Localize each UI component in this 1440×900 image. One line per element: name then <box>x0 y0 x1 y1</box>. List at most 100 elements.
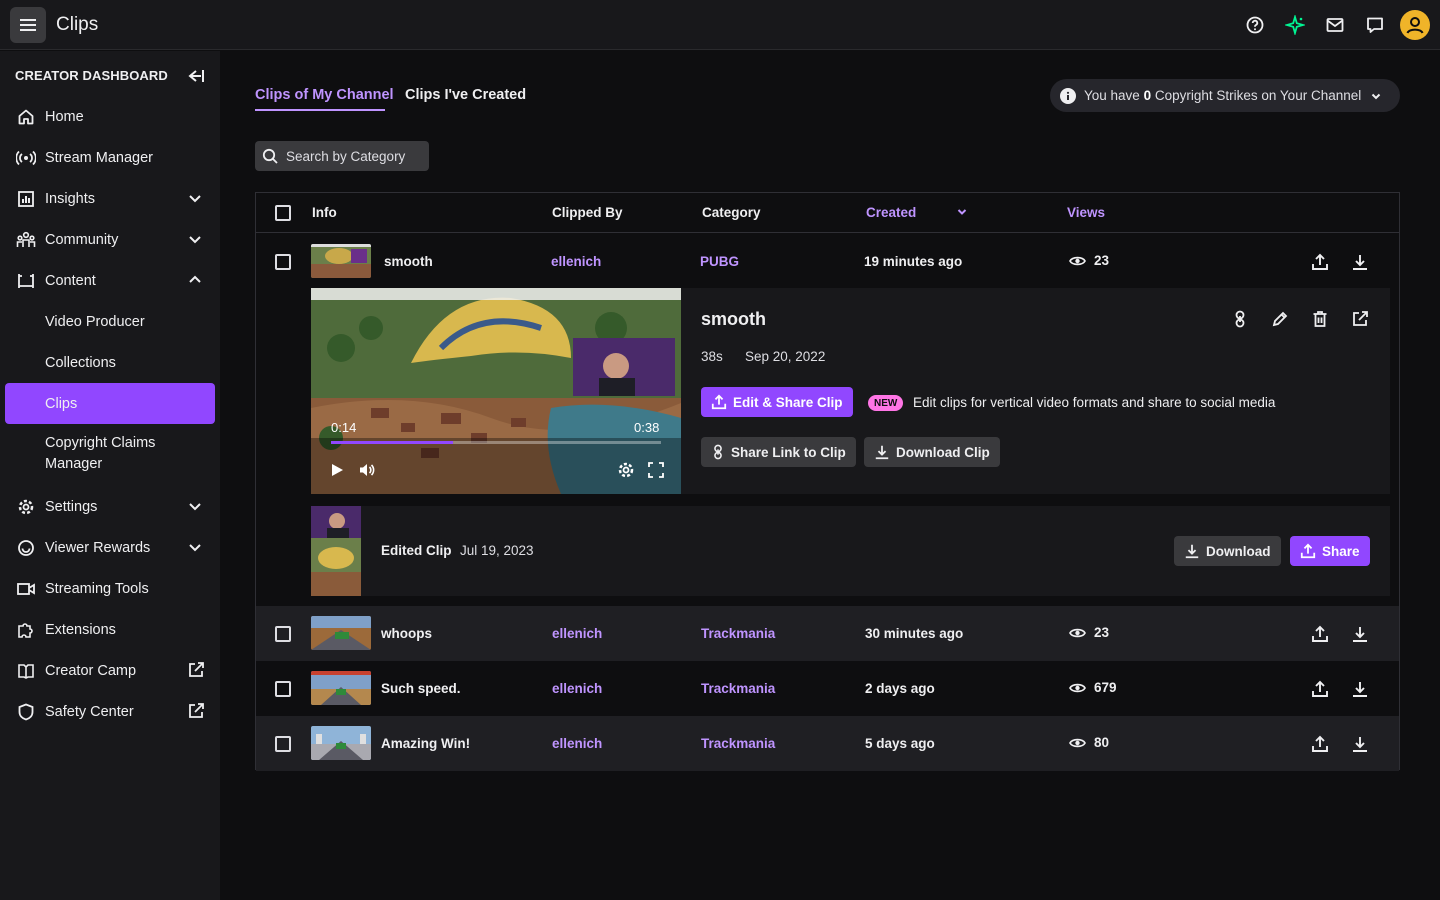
sidebar-item-safety-center[interactable]: Safety Center <box>5 691 215 732</box>
link-icon <box>1235 310 1245 328</box>
total-time: 0:38 <box>634 420 660 435</box>
collapse-sidebar-button[interactable] <box>185 66 207 86</box>
video-player[interactable]: 0:14 0:38 <box>311 288 681 494</box>
sidebar-item-video-producer[interactable]: Video Producer <box>5 301 215 342</box>
share-button[interactable] <box>1309 733 1331 755</box>
table-row[interactable]: whoops ellenich Trackmania 30 minutes ag… <box>256 606 1399 661</box>
share-button[interactable] <box>1309 623 1331 645</box>
clip-title[interactable]: whoops <box>381 626 432 641</box>
sidebar-item-community[interactable]: Community <box>5 219 215 260</box>
sidebar-item-label: Settings <box>45 498 98 515</box>
share-button[interactable] <box>1309 251 1331 273</box>
edited-share-button[interactable]: Share <box>1290 536 1370 566</box>
share-link-button[interactable]: Share Link to Clip <box>701 437 856 467</box>
clipped-by-link[interactable]: ellenich <box>552 626 602 641</box>
tab-clips-of-my-channel[interactable]: Clips of My Channel <box>255 87 394 103</box>
download-clip-button[interactable]: Download Clip <box>864 437 1000 467</box>
sidebar-item-streaming-tools[interactable]: Streaming Tools <box>5 568 215 609</box>
share-button[interactable] <box>1309 678 1331 700</box>
user-avatar[interactable] <box>1400 10 1430 40</box>
tab-clips-ive-created[interactable]: Clips I've Created <box>405 87 526 103</box>
chevron-down-icon <box>189 236 201 244</box>
download-icon <box>1353 682 1367 697</box>
table-row[interactable]: Amazing Win! ellenich Trackmania 5 days … <box>256 716 1399 771</box>
copyright-strikes-dropdown[interactable]: You have 0 Copyright Strikes on Your Cha… <box>1050 79 1400 112</box>
table-row[interactable]: Such speed. ellenich Trackmania 2 days a… <box>256 661 1399 716</box>
clipped-by-link[interactable]: ellenich <box>552 736 602 751</box>
clipped-by-link[interactable]: ellenich <box>552 681 602 696</box>
clip-title[interactable]: Such speed. <box>381 681 461 696</box>
column-views[interactable]: Views <box>1067 205 1105 220</box>
volume-icon <box>360 464 375 476</box>
sidebar-item-creator-camp[interactable]: Creator Camp <box>5 650 215 691</box>
clip-thumbnail[interactable] <box>311 616 371 650</box>
clip-thumbnail[interactable] <box>311 244 371 278</box>
download-button[interactable] <box>1349 623 1371 645</box>
sidebar-item-insights[interactable]: Insights <box>5 178 215 219</box>
view-count: 80 <box>1069 735 1109 750</box>
sidebar-item-collections[interactable]: Collections <box>5 342 215 383</box>
volume-button[interactable] <box>357 460 377 480</box>
sidebar-item-viewer-rewards[interactable]: Viewer Rewards <box>5 527 215 568</box>
edited-download-button[interactable]: Download <box>1174 536 1281 566</box>
chart-icon <box>18 191 34 207</box>
sidebar-item-label: Video Producer <box>45 313 145 330</box>
play-button[interactable] <box>327 460 347 480</box>
inbox-icon <box>1326 18 1344 32</box>
fullscreen-button[interactable] <box>646 460 666 480</box>
whispers-button[interactable] <box>1360 10 1390 40</box>
category-link[interactable]: Trackmania <box>701 681 775 696</box>
rewards-icon <box>18 540 34 556</box>
category-link[interactable]: Trackmania <box>701 736 775 751</box>
whispers-icon <box>1367 17 1383 33</box>
edit-title-button[interactable] <box>1269 308 1291 330</box>
sidebar-item-copyright-claims[interactable]: Copyright Claims Manager <box>5 428 215 480</box>
clip-title[interactable]: Amazing Win! <box>381 736 470 751</box>
clipped-by-link[interactable]: ellenich <box>551 254 601 269</box>
column-created[interactable]: Created <box>866 205 916 220</box>
edited-clip-thumbnail[interactable] <box>311 506 361 596</box>
download-button[interactable] <box>1349 733 1371 755</box>
sidebar-item-stream-manager[interactable]: Stream Manager <box>5 137 215 178</box>
sidebar-item-label: Community <box>45 231 119 248</box>
download-icon <box>1353 627 1367 642</box>
edit-share-clip-button[interactable]: Edit & Share Clip <box>701 387 853 417</box>
category-link[interactable]: PUBG <box>700 254 739 269</box>
select-all-checkbox[interactable] <box>275 205 291 221</box>
download-button[interactable] <box>1349 251 1371 273</box>
clip-title[interactable]: smooth <box>384 254 433 269</box>
delete-clip-button[interactable] <box>1309 308 1331 330</box>
sidebar-item-content[interactable]: Content <box>5 260 215 301</box>
clip-thumbnail[interactable] <box>311 671 371 705</box>
sort-down-icon[interactable] <box>956 206 968 218</box>
player-settings-button[interactable] <box>616 460 636 480</box>
copy-link-button[interactable] <box>1229 308 1251 330</box>
sidebar-item-extensions[interactable]: Extensions <box>5 609 215 650</box>
edited-clip-title: Edited Clip <box>381 543 452 558</box>
row-checkbox[interactable] <box>275 736 291 752</box>
search-by-category <box>255 141 429 171</box>
open-clip-button[interactable] <box>1349 308 1371 330</box>
avatar-icon <box>1406 17 1424 34</box>
inbox-button[interactable] <box>1320 10 1350 40</box>
top-bar: Clips <box>0 0 1440 50</box>
row-checkbox[interactable] <box>275 681 291 697</box>
sparkle-button[interactable] <box>1280 10 1310 40</box>
sidebar-item-clips[interactable]: Clips <box>5 383 215 424</box>
row-checkbox[interactable] <box>275 626 291 642</box>
row-checkbox[interactable] <box>275 254 291 270</box>
table-row[interactable]: smooth ellenich PUBG 19 minutes ago 23 <box>256 234 1399 289</box>
help-button[interactable] <box>1240 10 1270 40</box>
download-button[interactable] <box>1349 678 1371 700</box>
sidebar-item-settings[interactable]: Settings <box>5 486 215 527</box>
search-input[interactable] <box>286 148 426 164</box>
content-icon <box>18 274 34 288</box>
upload-icon <box>1312 253 1328 270</box>
menu-button[interactable] <box>10 7 46 43</box>
sidebar-item-label: Clips <box>45 395 78 412</box>
category-link[interactable]: Trackmania <box>701 626 775 641</box>
column-info: Info <box>312 205 337 220</box>
clip-thumbnail[interactable] <box>311 726 371 760</box>
people-icon <box>16 231 36 247</box>
sidebar-item-home[interactable]: Home <box>5 96 215 137</box>
